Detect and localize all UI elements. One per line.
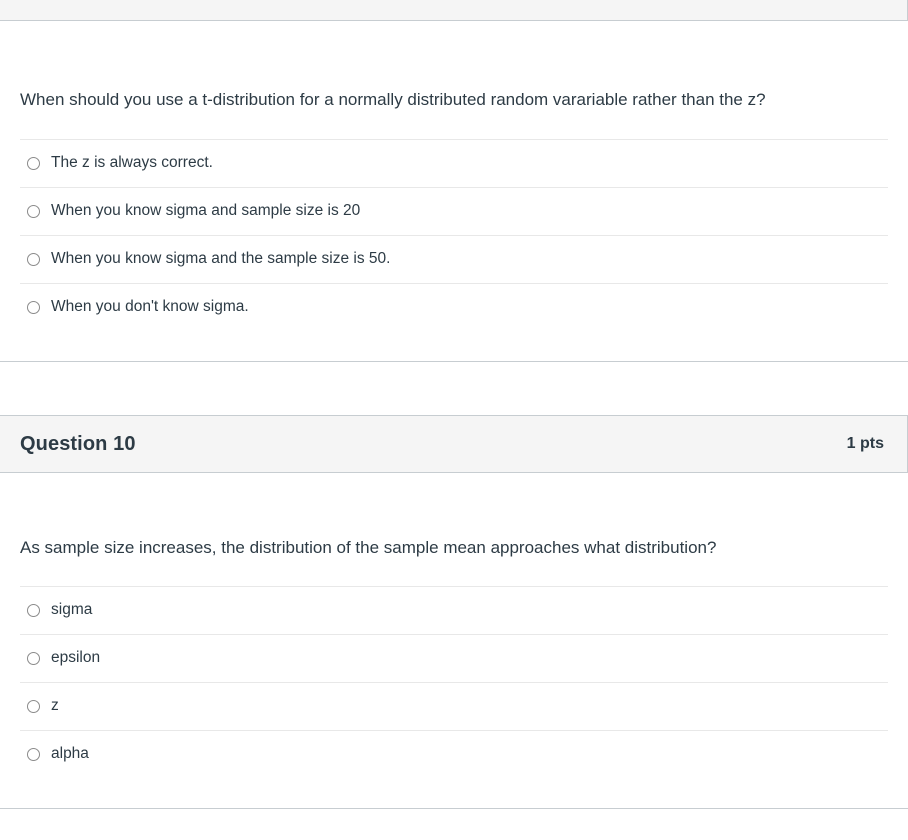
answer-option[interactable]: When you don't know sigma. bbox=[20, 282, 888, 331]
question-points: 1 pts bbox=[846, 434, 884, 452]
radio-button-icon[interactable] bbox=[27, 748, 40, 761]
question-block-10: Question 10 1 pts As sample size increas… bbox=[0, 414, 908, 809]
question-header-clipped bbox=[0, 0, 908, 22]
radio-button-icon[interactable] bbox=[27, 204, 40, 218]
answer-label: When you don't know sigma. bbox=[51, 297, 249, 315]
question-body: As sample size increases, the distributi… bbox=[0, 473, 908, 809]
answer-list: sigma epsilon z alpha bbox=[20, 586, 888, 778]
radio-button-icon[interactable] bbox=[27, 156, 40, 170]
radio-button-icon[interactable] bbox=[27, 300, 40, 314]
question-title: Question 10 bbox=[20, 432, 136, 455]
answer-label: alpha bbox=[51, 745, 89, 763]
radio-button-icon[interactable] bbox=[27, 252, 40, 266]
answer-list: The z is always correct. When you know s… bbox=[20, 138, 888, 331]
question-divider bbox=[0, 360, 908, 362]
question-block-9: When should you use a t-distribution for… bbox=[0, 0, 908, 362]
radio-button-icon[interactable] bbox=[27, 652, 40, 665]
answer-label: When you know sigma and the sample size … bbox=[51, 249, 391, 267]
question-gap bbox=[0, 362, 908, 415]
answer-option[interactable]: sigma bbox=[20, 586, 888, 634]
answer-option[interactable]: z bbox=[20, 682, 888, 730]
answer-option[interactable]: The z is always correct. bbox=[20, 138, 888, 187]
question-header: Question 10 1 pts bbox=[0, 414, 908, 473]
answer-label: epsilon bbox=[51, 649, 101, 667]
answer-option[interactable]: alpha bbox=[20, 730, 888, 778]
quiz-page: When should you use a t-distribution for… bbox=[0, 0, 908, 840]
answer-label: The z is always correct. bbox=[51, 153, 213, 171]
question-body: When should you use a t-distribution for… bbox=[0, 22, 908, 361]
question-header bbox=[0, 0, 908, 21]
answer-label: z bbox=[51, 697, 59, 715]
answer-label: When you know sigma and sample size is 2… bbox=[51, 201, 361, 219]
radio-button-icon[interactable] bbox=[27, 604, 40, 617]
question-prompt: As sample size increases, the distributi… bbox=[20, 537, 717, 557]
answer-option[interactable]: When you know sigma and the sample size … bbox=[20, 234, 888, 283]
radio-button-icon[interactable] bbox=[27, 700, 40, 713]
question-prompt: When should you use a t-distribution for… bbox=[20, 90, 766, 109]
answer-label: sigma bbox=[51, 601, 93, 619]
answer-option[interactable]: epsilon bbox=[20, 634, 888, 682]
question-divider bbox=[0, 808, 908, 809]
answer-option[interactable]: When you know sigma and sample size is 2… bbox=[20, 186, 888, 235]
